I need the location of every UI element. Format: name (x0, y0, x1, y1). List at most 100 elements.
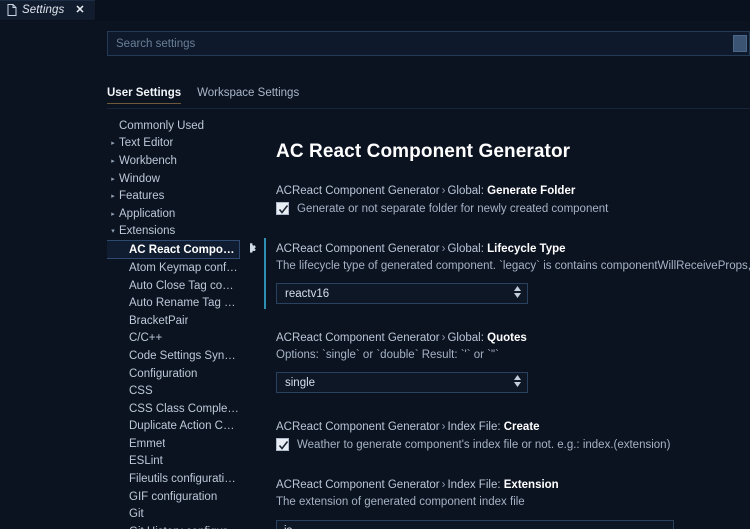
setting-key-prefix: ACReact Component Generator (276, 243, 440, 255)
settings-tree[interactable]: Commonly Used ▸ Text Editor ▸ Workbench … (107, 117, 240, 529)
setting-key-prefix: ACReact Component Generator (276, 479, 440, 491)
tree-item-label: Features (119, 190, 165, 203)
tab-workspace-settings[interactable]: Workspace Settings (197, 87, 299, 104)
tree-item-features[interactable]: ▸ Features (107, 187, 240, 205)
chevron-right-icon[interactable]: ▸ (107, 157, 119, 165)
tree-item-label: Git (129, 508, 144, 521)
tree-item-label: GIF configuration (129, 490, 218, 503)
setting-scope: Index File: (447, 479, 501, 491)
tree-item-label: Auto Close Tag con… (129, 279, 240, 292)
tree-item-git-history[interactable]: Git History configur… (107, 523, 240, 529)
tree-item-label: Configuration (129, 367, 198, 380)
tree-item-configuration[interactable]: Configuration (107, 365, 240, 383)
setting-description: The extension of generated component ind… (276, 496, 525, 508)
tree-item-label: Code Settings Syn… (129, 349, 236, 362)
setting-description: The lifecycle type of generated componen… (276, 260, 750, 272)
tree-item-duplicate-action[interactable]: Duplicate Action C… (107, 418, 240, 436)
settings-scope-tabs: User Settings Workspace Settings (107, 87, 750, 108)
tree-item-commonly-used[interactable]: Commonly Used (107, 117, 240, 135)
stepper-arrows-icon[interactable] (514, 375, 521, 387)
tree-item-emmet[interactable]: Emmet (107, 435, 240, 453)
chevron-down-icon[interactable]: ▾ (107, 227, 119, 235)
select-value: reactv16 (285, 287, 330, 300)
tree-item-auto-rename-tag[interactable]: Auto Rename Tag c… (107, 294, 240, 312)
select-quotes-wrapper: single (276, 372, 528, 393)
setting-scope: Global: (447, 332, 484, 344)
tabs-separator (107, 108, 750, 109)
tree-item-atom-keymap[interactable]: Atom Keymap confi… (107, 259, 240, 277)
tree-item-label: Text Editor (119, 137, 174, 150)
setting-name: Extension (503, 479, 559, 491)
select-quotes[interactable]: single (276, 372, 528, 393)
tree-item-window[interactable]: ▸ Window (107, 170, 240, 188)
tab-user-settings[interactable]: User Settings (107, 87, 182, 104)
setting-description: Options: `single` or `double` Result: `'… (276, 349, 499, 361)
settings-editor: User Settings Workspace Settings Commonl… (0, 21, 750, 529)
select-lifecycle-type[interactable]: reactv16 (276, 283, 528, 304)
setting-lifecycle-type: ACReact Component Generator › Global: Life… (250, 238, 750, 309)
checkbox-generate-folder[interactable] (276, 202, 289, 215)
tree-item-eslint[interactable]: ESLint (107, 453, 240, 471)
clear-search-icon[interactable] (733, 35, 747, 52)
setting-key: ACReact Component Generator › Index File: … (276, 477, 750, 493)
tree-item-workbench[interactable]: ▸ Workbench (107, 152, 240, 170)
setting-key: ACReact Component Generator › Global: Gene… (276, 183, 750, 199)
setting-index-file-extension: ACReact Component Generator › Index File: … (276, 477, 750, 529)
gear-icon[interactable] (250, 242, 257, 255)
tree-item-label: C/C++ (129, 332, 163, 345)
stepper-arrows-icon[interactable] (514, 286, 521, 298)
tree-item-ac-react-component-generator[interactable]: AC React Compon… (107, 240, 240, 260)
select-lifecycle-type-wrapper: reactv16 (276, 283, 528, 304)
setting-key: ACReact Component Generator › Global: Life… (276, 241, 750, 257)
page-title: AC React Component Generator (276, 141, 571, 162)
setting-key: ACReact Component Generator › Index File: … (276, 419, 750, 435)
tree-item-label: ESLint (129, 455, 163, 468)
select-value: single (285, 376, 316, 389)
tree-item-application[interactable]: ▸ Application (107, 205, 240, 223)
tree-item-auto-close-tag[interactable]: Auto Close Tag con… (107, 277, 240, 295)
editor-tab-bar: Settings ✕ (0, 0, 750, 21)
tree-item-bracketpair[interactable]: BracketPair (107, 312, 240, 330)
tree-item-css-class-completion[interactable]: CSS Class Complet… (107, 400, 240, 418)
tree-item-label: Fileutils configurati… (129, 473, 236, 486)
chevron-right-icon[interactable]: ▸ (107, 192, 119, 200)
tree-item-label: Commonly Used (119, 119, 204, 132)
tree-item-label: Application (119, 207, 176, 220)
tab-bar-empty-space (96, 0, 750, 20)
setting-quotes: ACReact Component Generator › Global: Quot… (276, 330, 750, 393)
tree-item-label: Workbench (119, 154, 177, 167)
setting-key-prefix: ACReact Component Generator (276, 185, 440, 197)
tree-item-extensions[interactable]: ▾ Extensions (107, 223, 240, 241)
checkbox-label: Generate or not separate folder for newl… (297, 202, 609, 215)
search-input[interactable] (107, 31, 750, 56)
setting-name: Quotes (487, 332, 527, 344)
tree-item-label: Window (119, 172, 160, 185)
setting-name: Generate Folder (487, 185, 576, 197)
tree-item-label: BracketPair (129, 314, 189, 327)
input-index-file-extension[interactable] (276, 520, 674, 529)
tree-item-text-editor[interactable]: ▸ Text Editor (107, 135, 240, 153)
tree-item-gif-configuration[interactable]: GIF configuration (107, 488, 240, 506)
checkbox-row: Generate or not separate folder for newl… (276, 202, 750, 215)
tree-item-c-cpp[interactable]: C/C++ (107, 330, 240, 348)
setting-key-prefix: ACReact Component Generator (276, 421, 440, 433)
setting-key: ACReact Component Generator › Global: Quot… (276, 330, 750, 346)
setting-index-file-create: ACReact Component Generator › Index File: … (276, 419, 750, 451)
setting-key-prefix: ACReact Component Generator (276, 332, 440, 344)
search-row (107, 31, 750, 56)
tree-item-fileutils[interactable]: Fileutils configurati… (107, 470, 240, 488)
chevron-right-icon[interactable]: ▸ (107, 175, 119, 183)
tree-item-code-settings-sync[interactable]: Code Settings Syn… (107, 347, 240, 365)
tree-item-git[interactable]: Git (107, 505, 240, 523)
close-icon[interactable]: ✕ (75, 4, 84, 16)
setting-name: Lifecycle Type (487, 243, 566, 255)
checkbox-index-file-create[interactable] (276, 438, 289, 451)
tree-item-css[interactable]: CSS (107, 382, 240, 400)
chevron-right-icon[interactable]: ▸ (107, 210, 119, 218)
setting-generate-folder: ACReact Component Generator › Global: Gene… (276, 183, 750, 215)
tree-item-label: Extensions (119, 225, 176, 238)
setting-scope: Global: (447, 243, 484, 255)
setting-name: Create (503, 421, 540, 433)
chevron-right-icon[interactable]: ▸ (107, 139, 119, 147)
tab-settings[interactable]: Settings ✕ (0, 0, 96, 20)
